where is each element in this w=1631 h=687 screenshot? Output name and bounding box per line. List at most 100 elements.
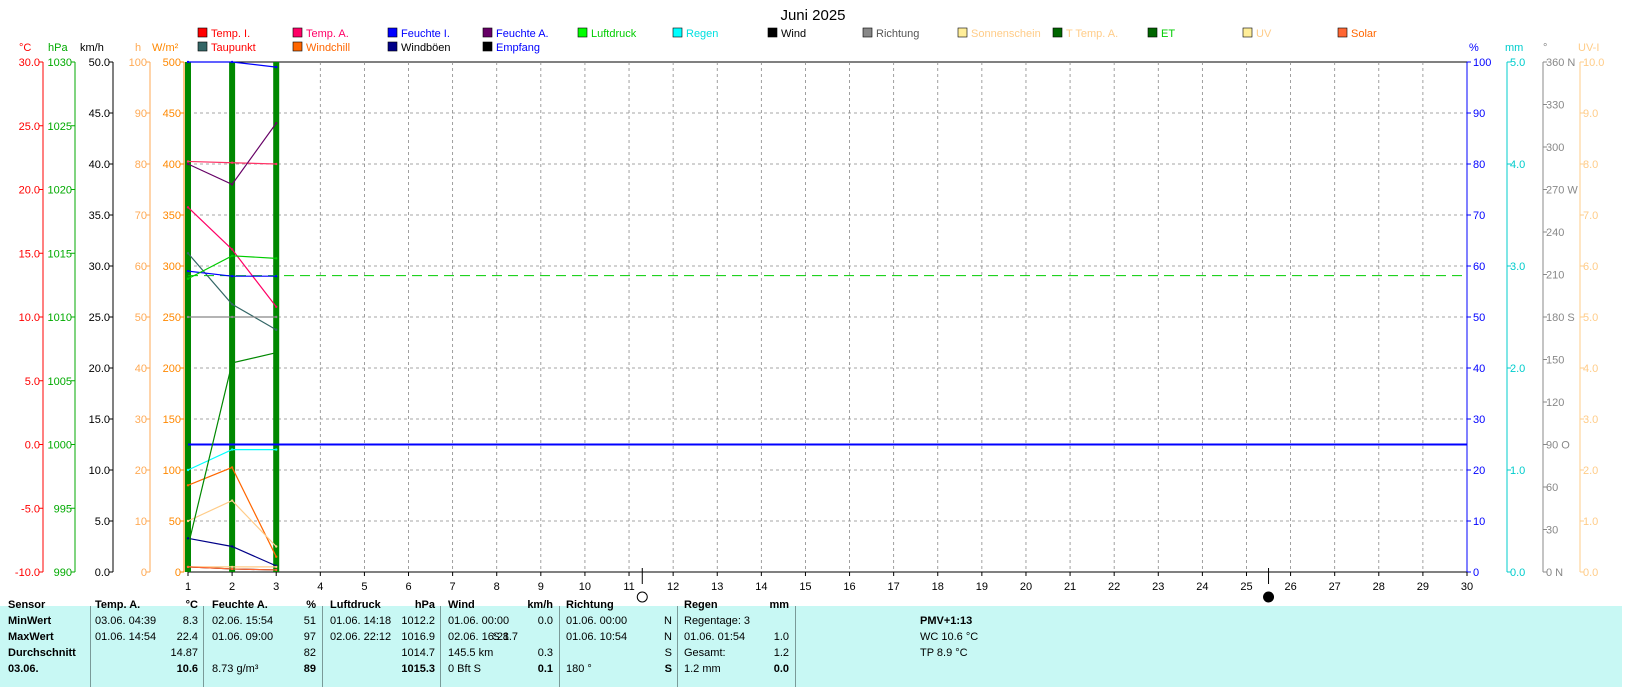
legend-label: Wind bbox=[781, 28, 806, 40]
data-point bbox=[186, 277, 190, 280]
data-point bbox=[230, 248, 234, 251]
data-point bbox=[186, 206, 190, 209]
pressure-unit: hPa bbox=[48, 42, 68, 54]
stats-temp-label: 01.06. 14:54 bbox=[95, 631, 157, 643]
stats-row-label: 03.06. bbox=[8, 663, 39, 675]
data-point bbox=[275, 275, 278, 278]
weather-chart: Juni 2025 Temp. I. Taupunkt Temp. A. Windch… bbox=[15, 7, 1604, 603]
legend-swatch bbox=[482, 41, 493, 52]
stats-wind-value: 0.3 bbox=[537, 647, 553, 659]
legend-label: Sonnenschein bbox=[971, 28, 1041, 40]
x-tick-label: 13 bbox=[711, 581, 723, 593]
stats-column-divider bbox=[677, 606, 678, 687]
legend-label: Richtung bbox=[876, 28, 919, 40]
legend-swatch bbox=[387, 27, 398, 38]
sunshine-tick-label: 20 bbox=[135, 465, 147, 477]
stats-rain-value: 1.0 bbox=[773, 631, 789, 643]
humidity-tick-label: 40 bbox=[1473, 363, 1485, 375]
x-tick-label: 23 bbox=[1152, 581, 1164, 593]
stats-rain-value: 0.0 bbox=[773, 663, 789, 675]
x-tick-label: 22 bbox=[1108, 581, 1120, 593]
humidity-tick-label: 10 bbox=[1473, 516, 1485, 528]
data-point bbox=[230, 499, 234, 502]
legend-swatch bbox=[1147, 27, 1158, 38]
data-point bbox=[275, 565, 278, 569]
solar-unit: W/m² bbox=[152, 42, 179, 54]
sunshine-tick-label: 10 bbox=[135, 516, 147, 528]
legend-swatch bbox=[1242, 27, 1253, 38]
legend-swatch bbox=[957, 27, 968, 38]
legend: Temp. I. Taupunkt Temp. A. Windchill Feuchte… bbox=[197, 27, 1377, 54]
x-tick-label: 29 bbox=[1417, 581, 1429, 593]
stats-direction-label: 180 ° bbox=[566, 663, 592, 675]
direction-tick-label: 180 S bbox=[1546, 312, 1575, 324]
stats-pressure-header: Luftdruck bbox=[330, 599, 381, 611]
data-point bbox=[186, 484, 190, 487]
solar-tick-label: 400 bbox=[163, 159, 181, 171]
sunshine-tick-label: 70 bbox=[135, 210, 147, 222]
stats-wind-value: 0.1 bbox=[537, 663, 553, 675]
data-point bbox=[230, 545, 234, 548]
stats-temp-header: Temp. A. bbox=[95, 599, 141, 611]
temp-tick-label: 25.0 bbox=[19, 121, 40, 133]
direction-tick-label: 90 O bbox=[1546, 440, 1570, 452]
uv-tick-label: 2.0 bbox=[1583, 465, 1598, 477]
wind-tick-label: 30.0 bbox=[89, 261, 110, 273]
humidity-tick-label: 60 bbox=[1473, 261, 1485, 273]
sunshine-tick-label: 100 bbox=[129, 57, 147, 69]
legend-label: Luftdruck bbox=[591, 28, 637, 40]
x-tick-label: 10 bbox=[579, 581, 591, 593]
legend-label: ET bbox=[1161, 28, 1175, 40]
full-moon-icon bbox=[636, 591, 648, 603]
x-tick-label: 26 bbox=[1284, 581, 1296, 593]
stats-column-divider bbox=[322, 606, 323, 687]
data-point bbox=[230, 361, 234, 365]
data-point bbox=[275, 351, 278, 354]
stats-temp-label: 03.06. 04:39 bbox=[95, 615, 157, 627]
humidity-tick-label: 90 bbox=[1473, 108, 1485, 120]
stats-wind-label: 145.5 km bbox=[448, 647, 494, 659]
x-tick-label: 17 bbox=[888, 581, 900, 593]
data-point bbox=[275, 568, 278, 572]
pressure-tick-label: 1000 bbox=[48, 440, 72, 452]
humidity-tick-label: 30 bbox=[1473, 414, 1485, 426]
stats-temp-unit: °C bbox=[185, 599, 198, 611]
chart-title: Juni 2025 bbox=[780, 7, 845, 24]
pressure-tick-label: 1020 bbox=[48, 185, 72, 197]
x-tick-label: 19 bbox=[976, 581, 988, 593]
x-tick-label: 16 bbox=[843, 581, 855, 593]
stats-row-label: MinWert bbox=[8, 615, 52, 627]
rain-tick-label: 4.0 bbox=[1510, 159, 1525, 171]
data-point bbox=[186, 468, 190, 472]
stats-column-divider bbox=[440, 606, 441, 687]
solar-tick-label: 0 bbox=[175, 567, 181, 579]
legend-swatch bbox=[292, 41, 303, 52]
direction-tick-label: 60 bbox=[1546, 482, 1558, 494]
temp-tick-label: -5.0 bbox=[21, 503, 40, 515]
uv-tick-label: 10.0 bbox=[1583, 57, 1604, 69]
stats-humidity-value: 82 bbox=[303, 647, 316, 659]
stats-temp-value: 10.6 bbox=[176, 663, 198, 675]
data-point bbox=[230, 315, 234, 319]
stats-direction-label: 01.06. 10:54 bbox=[566, 631, 628, 643]
legend-swatch bbox=[862, 27, 873, 38]
sunshine-unit: h bbox=[135, 42, 141, 54]
legend-label: T Temp. A. bbox=[1066, 28, 1118, 40]
stats-rain-label: Regentage: 3 bbox=[684, 615, 751, 627]
x-tick-label: 28 bbox=[1373, 581, 1385, 593]
legend-label: Windchill bbox=[306, 42, 350, 54]
uv-tick-label: 1.0 bbox=[1583, 516, 1598, 528]
data-point bbox=[275, 448, 278, 451]
legend-swatch bbox=[767, 27, 778, 38]
pressure-tick-label: 990 bbox=[54, 567, 72, 579]
stats-direction-header: Richtung bbox=[566, 599, 614, 611]
data-point bbox=[275, 122, 278, 125]
solar-tick-label: 300 bbox=[163, 261, 181, 273]
wind-tick-label: 0.0 bbox=[95, 567, 110, 579]
stats-wind-label: 01.06. 00:00 bbox=[448, 615, 510, 627]
stats-direction-value: S bbox=[664, 647, 672, 659]
plot-area bbox=[185, 60, 1468, 573]
sunshine-tick-label: 40 bbox=[135, 363, 147, 375]
pressure-tick-label: 1010 bbox=[48, 312, 72, 324]
x-tick-label: 2 bbox=[229, 581, 235, 593]
